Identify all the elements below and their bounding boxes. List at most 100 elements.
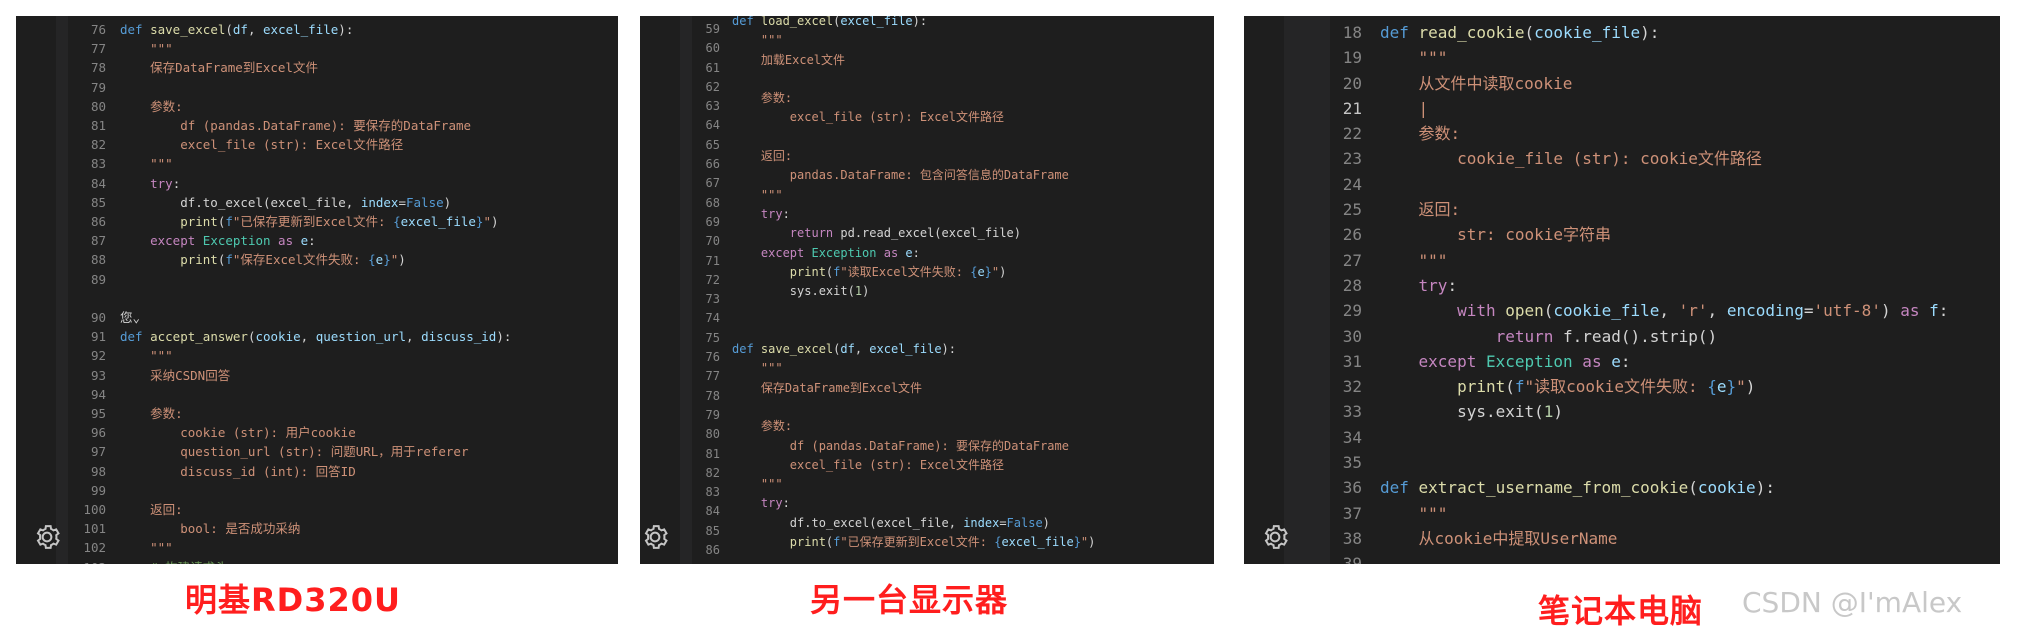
- code-line[interactable]: print(f"读取Excel文件失败: {e}"): [732, 263, 1095, 282]
- code-line[interactable]: 参数:: [732, 89, 1095, 108]
- code-line[interactable]: 返回:: [732, 147, 1095, 166]
- code-line[interactable]: except Exception as e:: [1380, 349, 1948, 374]
- code-line[interactable]: discuss_id (int): 回答ID: [120, 462, 511, 481]
- code-line[interactable]: def load_excel(excel_file):: [732, 16, 1095, 31]
- code-line[interactable]: 加载Excel文件: [732, 51, 1095, 70]
- caption-laptop: 笔记本电脑: [1538, 592, 1704, 630]
- code-line[interactable]: excel_file (str): Excel文件路径: [732, 108, 1095, 127]
- code-line[interactable]: question_url (str): 问题URL，用于referer: [120, 442, 511, 461]
- code-token: excel_file: [869, 342, 942, 357]
- code-line[interactable]: try:: [732, 205, 1095, 224]
- code-token: df (pandas.DataFrame): 要保存的DataFrame: [120, 118, 472, 134]
- code-line[interactable]: except Exception as e:: [120, 231, 511, 250]
- code-area[interactable]: def save_excel(df, excel_file): """ 保存Da…: [120, 20, 511, 564]
- code-line[interactable]: 保存DataFrame到Excel文件: [732, 379, 1095, 398]
- code-line[interactable]: """: [732, 186, 1095, 205]
- code-token: (: [225, 22, 233, 37]
- code-line[interactable]: """: [120, 538, 511, 557]
- code-line[interactable]: [732, 128, 1095, 147]
- code-line[interactable]: [120, 385, 511, 404]
- code-line[interactable]: print(f"保存Excel文件失败: {e}"): [120, 250, 511, 269]
- code-line[interactable]: excel_file (str): Excel文件路径: [120, 135, 511, 154]
- code-line[interactable]: df.to_excel(excel_file, index=False): [120, 193, 511, 212]
- gear-icon[interactable]: [640, 522, 670, 552]
- code-line[interactable]: try:: [732, 494, 1095, 513]
- code-line[interactable]: 参数:: [1380, 121, 1948, 146]
- code-line[interactable]: """: [732, 475, 1095, 494]
- code-line[interactable]: cookie (str): 用户cookie: [120, 423, 511, 442]
- code-line[interactable]: with open(cookie_file, 'r', encoding='ut…: [1380, 298, 1948, 323]
- code-line[interactable]: 您⌄: [120, 308, 511, 327]
- code-line[interactable]: return pd.read_excel(excel_file): [732, 224, 1095, 243]
- code-line[interactable]: str: cookie字符串: [1380, 222, 1948, 247]
- code-line[interactable]: [732, 70, 1095, 89]
- code-line[interactable]: def extract_username_from_cookie(cookie)…: [1380, 475, 1948, 500]
- code-line[interactable]: [732, 321, 1095, 340]
- code-line[interactable]: """: [1380, 45, 1948, 70]
- code-line[interactable]: def accept_answer(cookie, question_url, …: [120, 327, 511, 346]
- code-line[interactable]: df.to_excel(excel_file, index=False): [732, 514, 1095, 533]
- code-line[interactable]: [120, 270, 511, 289]
- code-line[interactable]: cookie_file (str): cookie文件路径: [1380, 146, 1948, 171]
- code-line[interactable]: """: [120, 39, 511, 58]
- code-line[interactable]: try:: [1380, 273, 1948, 298]
- code-line[interactable]: 从cookie中提取UserName: [1380, 526, 1948, 551]
- code-line[interactable]: 返回:: [120, 500, 511, 519]
- code-line[interactable]: def read_cookie(cookie_file):: [1380, 20, 1948, 45]
- code-line[interactable]: [1380, 551, 1948, 564]
- code-line[interactable]: df (pandas.DataFrame): 要保存的DataFrame: [732, 437, 1095, 456]
- code-token: as: [1900, 301, 1930, 321]
- code-line[interactable]: print(f"读取cookie文件失败: {e}"): [1380, 374, 1948, 399]
- code-line[interactable]: def save_excel(df, excel_file):: [732, 340, 1095, 359]
- code-line[interactable]: 返回:: [1380, 197, 1948, 222]
- code-line[interactable]: """: [1380, 501, 1948, 526]
- code-line[interactable]: def save_excel(df, excel_file):: [120, 20, 511, 39]
- code-token: ):: [338, 22, 354, 37]
- code-line[interactable]: [1380, 425, 1948, 450]
- code-token: pandas.DataFrame: 包含问答信息的DataFrame: [732, 168, 1069, 183]
- code-line[interactable]: # 构建请求头: [120, 558, 511, 564]
- code-line[interactable]: bool: 是否成功采纳: [120, 519, 511, 538]
- code-line[interactable]: sys.exit(1): [732, 282, 1095, 301]
- code-line[interactable]: [1380, 450, 1948, 475]
- code-token: ): [1745, 377, 1756, 397]
- code-line[interactable]: """: [732, 31, 1095, 50]
- code-line[interactable]: df (pandas.DataFrame): 要保存的DataFrame: [120, 116, 511, 135]
- gear-icon[interactable]: [32, 522, 62, 552]
- code-line[interactable]: 参数:: [120, 97, 511, 116]
- code-line[interactable]: except Exception as e:: [732, 244, 1095, 263]
- code-line[interactable]: """: [120, 154, 511, 173]
- code-line[interactable]: [120, 78, 511, 97]
- code-area[interactable]: def read_cookie(cookie_file): """ 从文件中读取…: [1380, 20, 1948, 564]
- code-line[interactable]: excel_file (str): Excel文件路径: [732, 456, 1095, 475]
- code-line[interactable]: 保存DataFrame到Excel文件: [120, 58, 511, 77]
- code-line[interactable]: try:: [120, 174, 511, 193]
- code-line[interactable]: 参数:: [120, 404, 511, 423]
- code-token: excel_file (str): Excel文件路径: [120, 137, 404, 153]
- code-token: str: cookie字符串: [1380, 225, 1612, 245]
- code-token: def: [1380, 23, 1419, 42]
- line-number: 83: [90, 156, 106, 172]
- code-line[interactable]: sys.exit(1): [1380, 399, 1948, 424]
- code-line[interactable]: return f.read().strip(): [1380, 324, 1948, 349]
- gear-icon[interactable]: [1260, 522, 1290, 552]
- code-line[interactable]: 参数:: [732, 417, 1095, 436]
- code-line[interactable]: """: [120, 346, 511, 365]
- code-token: :: [912, 245, 920, 260]
- code-line[interactable]: 采纳CSDN回答: [120, 366, 511, 385]
- code-line[interactable]: |: [1380, 96, 1948, 121]
- code-line[interactable]: """: [1380, 248, 1948, 273]
- code-line[interactable]: print(f"已保存更新到Excel文件: {excel_file}"): [120, 212, 511, 231]
- code-line[interactable]: [120, 481, 511, 500]
- code-token: False: [1006, 515, 1043, 530]
- code-line[interactable]: [732, 301, 1095, 320]
- code-line[interactable]: [732, 398, 1095, 417]
- code-token: load_excel: [760, 16, 834, 28]
- code-line[interactable]: [1380, 172, 1948, 197]
- code-area[interactable]: def load_excel(excel_file): """ 加载Excel文…: [732, 16, 1095, 552]
- code-line[interactable]: pandas.DataFrame: 包含问答信息的DataFrame: [732, 166, 1095, 185]
- code-line[interactable]: [120, 289, 511, 308]
- code-line[interactable]: 从文件中读取cookie: [1380, 71, 1948, 96]
- code-line[interactable]: """: [732, 359, 1095, 378]
- code-line[interactable]: print(f"已保存更新到Excel文件: {excel_file}"): [732, 533, 1096, 552]
